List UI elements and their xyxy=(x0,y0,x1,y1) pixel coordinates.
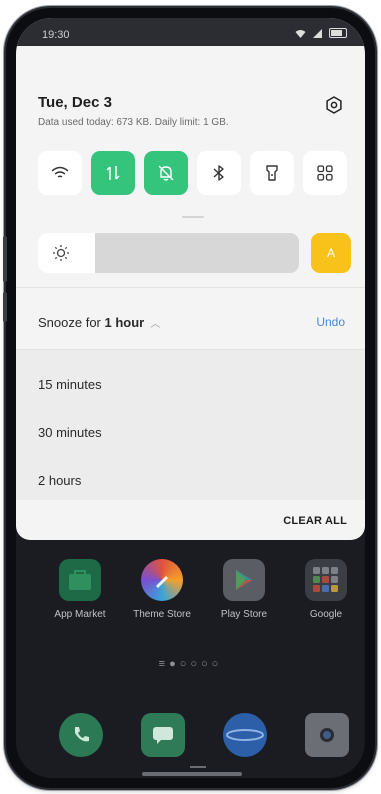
more-tiles-icon xyxy=(317,165,333,181)
snooze-label[interactable]: Snooze for 1 hour ︿ xyxy=(38,315,160,330)
gesture-bar[interactable] xyxy=(142,772,242,776)
snooze-option-15-minutes[interactable]: 15 minutes xyxy=(38,377,102,392)
browser-app-icon[interactable] xyxy=(223,713,267,757)
mobile-data-tile[interactable] xyxy=(91,151,135,195)
mobile-data-icon xyxy=(106,166,120,180)
chevron-up-icon: ︿ xyxy=(150,319,161,330)
google-folder-app[interactable]: Google xyxy=(286,559,365,620)
snooze-header: Snooze for 1 hour ︿ Undo xyxy=(16,288,365,348)
theme-store-app[interactable]: Theme Store xyxy=(122,559,202,620)
undo-button[interactable]: Undo xyxy=(316,315,345,329)
app-market-app[interactable]: App Market xyxy=(40,559,120,620)
wifi-icon xyxy=(51,166,69,178)
signal-status-icon xyxy=(313,28,322,38)
snooze-option-2-hours[interactable]: 2 hours xyxy=(38,473,81,488)
google-folder-icon xyxy=(305,559,347,601)
power-button xyxy=(3,292,7,322)
screen: App Market Theme Store Play Store Google… xyxy=(16,18,365,778)
auto-brightness-button[interactable]: A xyxy=(311,233,351,273)
data-usage-text: Data used today: 673 KB. Daily limit: 1 … xyxy=(38,117,229,128)
page-indicator: ≡●○○○○ xyxy=(158,658,223,670)
camera-app-icon[interactable] xyxy=(305,713,349,757)
theme-store-label: Theme Store xyxy=(133,609,191,620)
phone-app-icon[interactable] xyxy=(59,713,103,757)
snooze-options: 15 minutes 30 minutes 2 hours xyxy=(16,350,365,500)
date-label: Tue, Dec 3 xyxy=(38,94,112,111)
silent-mode-icon xyxy=(158,165,174,181)
flashlight-tile[interactable] xyxy=(250,151,294,195)
notification-shade: 19:30 Tue, Dec 3 Data used today: 673 KB… xyxy=(16,18,365,540)
drawer-handle xyxy=(190,766,206,768)
battery-icon xyxy=(329,28,347,38)
snooze-option-30-minutes[interactable]: 30 minutes xyxy=(38,425,102,440)
wifi-tile[interactable] xyxy=(38,151,82,195)
app-market-icon xyxy=(59,559,101,601)
settings-button[interactable] xyxy=(323,94,345,116)
status-icons xyxy=(295,28,347,38)
quick-settings-tiles xyxy=(38,151,347,195)
wifi-status-icon xyxy=(295,29,306,38)
status-time: 19:30 xyxy=(42,29,70,41)
snooze-prefix: Snooze for xyxy=(38,315,105,330)
volume-button xyxy=(3,236,7,282)
clear-all-button[interactable]: CLEAR ALL xyxy=(283,515,347,527)
google-folder-label: Google xyxy=(309,609,343,620)
brightness-slider[interactable] xyxy=(38,233,299,273)
shade-drag-handle[interactable] xyxy=(182,216,204,218)
phone-frame: App Market Theme Store Play Store Google… xyxy=(6,8,375,788)
brightness-icon xyxy=(53,245,69,261)
status-bar: 19:30 xyxy=(16,18,365,46)
messages-app-icon[interactable] xyxy=(141,713,185,757)
more-tiles-tile[interactable] xyxy=(303,151,347,195)
gear-icon xyxy=(326,96,342,114)
silent-mode-tile[interactable] xyxy=(144,151,188,195)
play-store-icon xyxy=(223,559,265,601)
play-store-app[interactable]: Play Store xyxy=(204,559,284,620)
app-market-label: App Market xyxy=(54,609,106,620)
flashlight-icon xyxy=(266,165,278,181)
snooze-duration: 1 hour xyxy=(104,315,145,330)
play-store-label: Play Store xyxy=(220,609,268,620)
theme-store-icon xyxy=(141,559,183,601)
bluetooth-icon xyxy=(213,165,224,181)
bluetooth-tile[interactable] xyxy=(197,151,241,195)
